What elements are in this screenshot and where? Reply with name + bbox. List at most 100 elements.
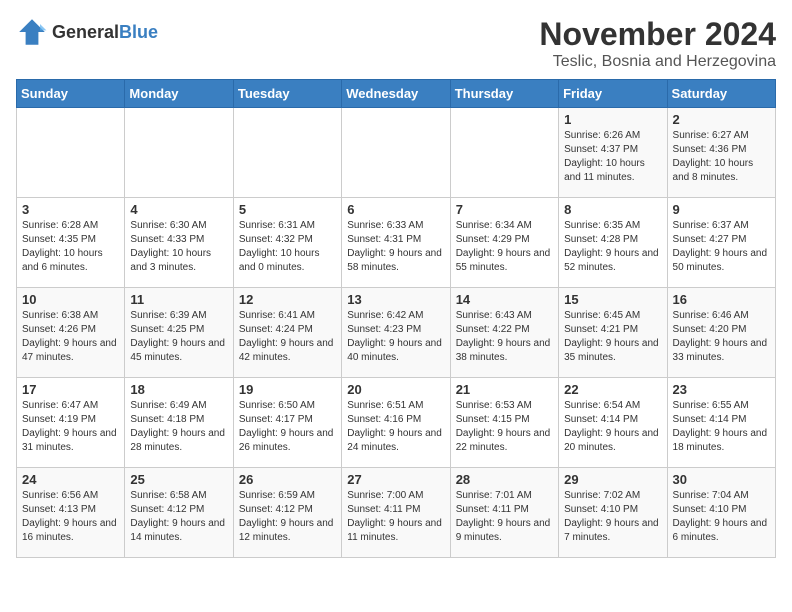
day-number: 21 [456, 382, 553, 397]
day-info: Sunrise: 6:39 AMSunset: 4:25 PMDaylight:… [130, 309, 227, 365]
calendar-cell: 10 Sunrise: 6:38 AMSunset: 4:26 PMDayligh… [17, 288, 125, 378]
day-info: Sunrise: 6:47 AMSunset: 4:19 PMDaylight:… [22, 399, 119, 455]
calendar-cell: 15 Sunrise: 6:45 AMSunset: 4:21 PMDayligh… [559, 288, 667, 378]
day-info: Sunrise: 7:01 AMSunset: 4:11 PMDaylight:… [456, 489, 553, 545]
day-info: Sunrise: 6:54 AMSunset: 4:14 PMDaylight:… [564, 399, 661, 455]
calendar-cell: 29 Sunrise: 7:02 AMSunset: 4:10 PMDayligh… [559, 468, 667, 558]
calendar-cell: 21 Sunrise: 6:53 AMSunset: 4:15 PMDayligh… [450, 378, 558, 468]
day-number: 11 [130, 292, 227, 307]
day-number: 12 [239, 292, 336, 307]
day-number: 29 [564, 472, 661, 487]
calendar-cell [450, 108, 558, 198]
day-info: Sunrise: 6:27 AMSunset: 4:36 PMDaylight:… [673, 129, 770, 185]
day-number: 15 [564, 292, 661, 307]
logo: GeneralBlue [16, 16, 158, 48]
calendar-cell: 20 Sunrise: 6:51 AMSunset: 4:16 PMDayligh… [342, 378, 450, 468]
day-number: 4 [130, 202, 227, 217]
calendar-cell: 28 Sunrise: 7:01 AMSunset: 4:11 PMDayligh… [450, 468, 558, 558]
calendar-cell [125, 108, 233, 198]
day-number: 30 [673, 472, 770, 487]
calendar-cell: 1Sunrise: 6:26 AMSunset: 4:37 PMDaylight… [559, 108, 667, 198]
day-info: Sunrise: 6:43 AMSunset: 4:22 PMDaylight:… [456, 309, 553, 365]
calendar-cell: 3 Sunrise: 6:28 AMSunset: 4:35 PMDaylight… [17, 198, 125, 288]
calendar-cell [233, 108, 341, 198]
day-info: Sunrise: 6:50 AMSunset: 4:17 PMDaylight:… [239, 399, 336, 455]
calendar-cell [342, 108, 450, 198]
header-day-monday: Monday [125, 80, 233, 108]
day-info: Sunrise: 6:53 AMSunset: 4:15 PMDaylight:… [456, 399, 553, 455]
day-info: Sunrise: 6:31 AMSunset: 4:32 PMDaylight:… [239, 219, 336, 275]
header-day-tuesday: Tuesday [233, 80, 341, 108]
day-info: Sunrise: 6:35 AMSunset: 4:28 PMDaylight:… [564, 219, 661, 275]
day-number: 13 [347, 292, 444, 307]
day-info: Sunrise: 6:30 AMSunset: 4:33 PMDaylight:… [130, 219, 227, 275]
calendar-cell: 4 Sunrise: 6:30 AMSunset: 4:33 PMDaylight… [125, 198, 233, 288]
logo-icon [16, 16, 48, 48]
calendar-cell: 27 Sunrise: 7:00 AMSunset: 4:11 PMDayligh… [342, 468, 450, 558]
calendar-table: SundayMondayTuesdayWednesdayThursdayFrid… [16, 79, 776, 558]
calendar-cell: 26 Sunrise: 6:59 AMSunset: 4:12 PMDayligh… [233, 468, 341, 558]
logo-text-general: General [52, 22, 119, 42]
logo-text-blue: Blue [119, 22, 158, 42]
day-info: Sunrise: 6:56 AMSunset: 4:13 PMDaylight:… [22, 489, 119, 545]
day-number: 16 [673, 292, 770, 307]
day-number: 17 [22, 382, 119, 397]
header-day-thursday: Thursday [450, 80, 558, 108]
calendar-cell: 9Sunrise: 6:37 AMSunset: 4:27 PMDaylight… [667, 198, 775, 288]
subtitle: Teslic, Bosnia and Herzegovina [539, 53, 776, 71]
day-number: 3 [22, 202, 119, 217]
day-info: Sunrise: 6:58 AMSunset: 4:12 PMDaylight:… [130, 489, 227, 545]
calendar-cell: 25 Sunrise: 6:58 AMSunset: 4:12 PMDayligh… [125, 468, 233, 558]
day-info: Sunrise: 6:33 AMSunset: 4:31 PMDaylight:… [347, 219, 444, 275]
calendar-cell: 8 Sunrise: 6:35 AMSunset: 4:28 PMDaylight… [559, 198, 667, 288]
header-day-sunday: Sunday [17, 80, 125, 108]
day-number: 14 [456, 292, 553, 307]
day-info: Sunrise: 6:28 AMSunset: 4:35 PMDaylight:… [22, 219, 119, 275]
calendar-cell [17, 108, 125, 198]
calendar-cell: 17 Sunrise: 6:47 AMSunset: 4:19 PMDayligh… [17, 378, 125, 468]
calendar-cell: 12 Sunrise: 6:41 AMSunset: 4:24 PMDayligh… [233, 288, 341, 378]
calendar-cell: 18 Sunrise: 6:49 AMSunset: 4:18 PMDayligh… [125, 378, 233, 468]
day-info: Sunrise: 7:02 AMSunset: 4:10 PMDaylight:… [564, 489, 661, 545]
day-info: Sunrise: 7:00 AMSunset: 4:11 PMDaylight:… [347, 489, 444, 545]
day-info: Sunrise: 6:49 AMSunset: 4:18 PMDaylight:… [130, 399, 227, 455]
calendar-cell: 30 Sunrise: 7:04 AMSunset: 4:10 PMDayligh… [667, 468, 775, 558]
day-number: 19 [239, 382, 336, 397]
day-info: Sunrise: 6:38 AMSunset: 4:26 PMDaylight:… [22, 309, 119, 365]
day-info: Sunrise: 6:37 AMSunset: 4:27 PMDaylight:… [673, 219, 770, 275]
day-number: 8 [564, 202, 661, 217]
day-number: 23 [673, 382, 770, 397]
day-info: Sunrise: 6:46 AMSunset: 4:20 PMDaylight:… [673, 309, 770, 365]
main-title: November 2024 [539, 16, 776, 53]
header-day-saturday: Saturday [667, 80, 775, 108]
day-info: Sunrise: 6:42 AMSunset: 4:23 PMDaylight:… [347, 309, 444, 365]
day-number: 28 [456, 472, 553, 487]
day-number: 5 [239, 202, 336, 217]
day-number: 18 [130, 382, 227, 397]
day-number: 10 [22, 292, 119, 307]
day-info: Sunrise: 7:04 AMSunset: 4:10 PMDaylight:… [673, 489, 770, 545]
calendar-cell: 2Sunrise: 6:27 AMSunset: 4:36 PMDaylight… [667, 108, 775, 198]
day-info: Sunrise: 6:51 AMSunset: 4:16 PMDaylight:… [347, 399, 444, 455]
day-info: Sunrise: 6:45 AMSunset: 4:21 PMDaylight:… [564, 309, 661, 365]
calendar-cell: 19 Sunrise: 6:50 AMSunset: 4:17 PMDayligh… [233, 378, 341, 468]
day-number: 25 [130, 472, 227, 487]
calendar-cell: 13 Sunrise: 6:42 AMSunset: 4:23 PMDayligh… [342, 288, 450, 378]
calendar-header: SundayMondayTuesdayWednesdayThursdayFrid… [17, 80, 776, 108]
day-info: Sunrise: 6:59 AMSunset: 4:12 PMDaylight:… [239, 489, 336, 545]
day-number: 24 [22, 472, 119, 487]
day-number: 20 [347, 382, 444, 397]
calendar-cell: 23Sunrise: 6:55 AMSunset: 4:14 PMDayligh… [667, 378, 775, 468]
day-number: 27 [347, 472, 444, 487]
calendar-cell: 5 Sunrise: 6:31 AMSunset: 4:32 PMDaylight… [233, 198, 341, 288]
header: GeneralBlue November 2024 Teslic, Bosnia… [16, 16, 776, 71]
header-day-friday: Friday [559, 80, 667, 108]
day-info: Sunrise: 6:34 AMSunset: 4:29 PMDaylight:… [456, 219, 553, 275]
day-info: Sunrise: 6:26 AMSunset: 4:37 PMDaylight:… [564, 129, 661, 185]
day-number: 6 [347, 202, 444, 217]
day-info: Sunrise: 6:41 AMSunset: 4:24 PMDaylight:… [239, 309, 336, 365]
calendar-cell: 24 Sunrise: 6:56 AMSunset: 4:13 PMDayligh… [17, 468, 125, 558]
calendar-cell: 14 Sunrise: 6:43 AMSunset: 4:22 PMDayligh… [450, 288, 558, 378]
day-number: 26 [239, 472, 336, 487]
calendar-cell: 6 Sunrise: 6:33 AMSunset: 4:31 PMDaylight… [342, 198, 450, 288]
